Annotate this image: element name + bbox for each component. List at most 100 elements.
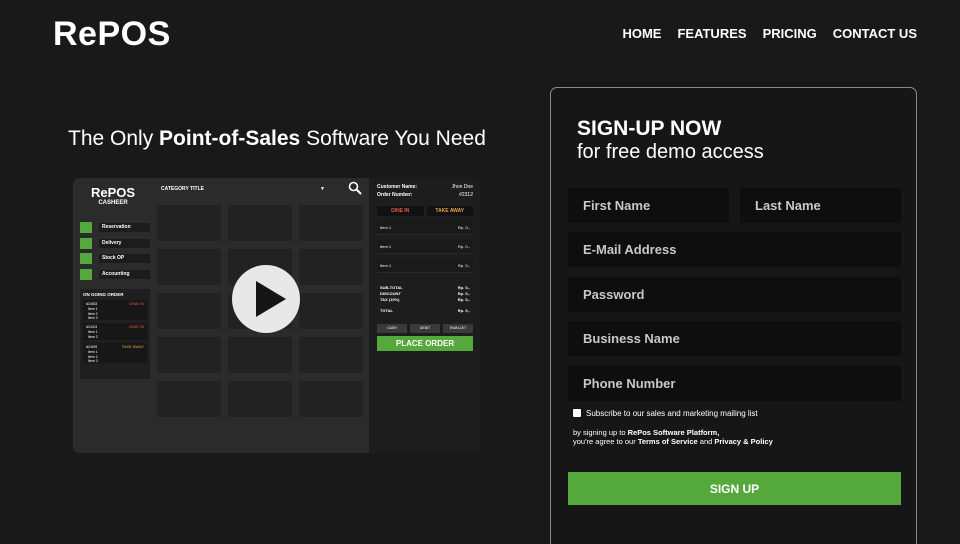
top-nav: HOME FEATURES PRICING CONTACT US: [622, 26, 917, 41]
mockup-menu-label: Accounting: [99, 269, 150, 279]
order-type: DINE IN: [129, 324, 144, 329]
product-tile: [228, 205, 292, 241]
privacy-policy-link[interactable]: Privacy & Policy: [714, 437, 772, 446]
nav-home[interactable]: HOME: [622, 26, 661, 41]
customer-label: Customer Name:: [377, 184, 418, 190]
signup-form: SIGN-UP NOW for free demo access Subscri…: [550, 87, 917, 544]
product-tile: [299, 337, 363, 373]
sign-up-button[interactable]: SIGN UP: [568, 472, 901, 505]
order-line: Item 1 Rp. 0,-: [377, 221, 473, 235]
total-value: Rp. 0,-: [457, 308, 470, 313]
order-number-label: Order Number:: [377, 192, 413, 198]
phone-number-input[interactable]: [568, 366, 901, 401]
summary-value: Rp. 0,-: [457, 297, 470, 302]
order-item: Item 3: [88, 359, 98, 363]
order-line-price: Rp. 0,-: [457, 263, 470, 268]
mockup-menu-item: Accounting: [80, 268, 150, 280]
product-tile: [157, 381, 221, 417]
terms-and: and: [697, 436, 715, 446]
order-line-price: Rp. 0,-: [457, 225, 470, 230]
nav-features[interactable]: FEATURES: [677, 26, 746, 41]
summary-value: Rp. 0,-: [457, 285, 470, 290]
order-summary: SUB-TOTAL Rp. 0,- DISCOUNT Rp. 0,- TAX (10…: [377, 285, 473, 313]
product-tile: [157, 249, 221, 285]
summary-label: DISCOUNT: [380, 291, 401, 296]
menu-square-icon: [80, 222, 92, 233]
mockup-sidebar: RePOS CASHEER Reservation Delivery Stock…: [73, 178, 153, 453]
product-tile: [299, 205, 363, 241]
order-line-name: Item 1: [380, 225, 392, 230]
order-type: DINE IN: [129, 301, 144, 306]
terms-text-2: you're agree to our: [573, 436, 638, 446]
order-id: #2424: [86, 324, 98, 329]
order-id: #2409: [86, 344, 98, 349]
mockup-menu-label: Stock OP: [99, 254, 150, 263]
summary-label: TAX (10%): [380, 297, 400, 302]
nav-contact-us[interactable]: CONTACT US: [833, 26, 917, 41]
mockup-menu: Reservation Delivery Stock OP Accounting: [80, 222, 150, 284]
total-label: TOTAL: [380, 308, 393, 313]
pay-cash: CASH: [377, 324, 407, 333]
summary-label: SUB-TOTAL: [380, 285, 403, 290]
terms-of-service-link[interactable]: Terms of Service: [638, 437, 698, 446]
product-tile: [157, 293, 221, 329]
order-id: #2453: [86, 301, 98, 306]
mockup-category-select: CATEGORY TITLE ▼: [157, 183, 343, 196]
product-tile: [228, 337, 292, 373]
order-item: Item 3: [88, 316, 98, 320]
mailing-list-label[interactable]: Subscribe to our sales and marketing mai…: [586, 409, 758, 418]
product-tile: [299, 293, 363, 329]
product-tile: [299, 249, 363, 285]
form-title: SIGN-UP NOW: [577, 117, 722, 140]
terms-text: by signing up to RePos Software Platform…: [573, 428, 773, 446]
ongoing-order: #2453 DINE IN Item 1 Item 2 Item 3: [83, 300, 147, 320]
order-line-price: Rp. 0,-: [457, 244, 470, 249]
password-input[interactable]: [568, 277, 901, 312]
mockup-menu-item: Stock OP: [80, 253, 150, 264]
brand-logo[interactable]: RePOS: [53, 15, 171, 54]
mockup-menu-item: Delivery: [80, 237, 150, 249]
mockup-menu-label: Delivery: [99, 238, 150, 248]
last-name-input[interactable]: [740, 188, 901, 223]
dropdown-arrow-icon: ▼: [320, 186, 325, 192]
play-icon[interactable]: [232, 265, 300, 333]
mockup-brand-sub: CASHEER: [98, 200, 128, 206]
pay-ewallet: EWALLET: [443, 324, 473, 333]
mockup-place-order: PLACE ORDER: [377, 336, 473, 351]
hero-title-post: Software You Need: [300, 127, 486, 150]
order-type: TAKE AWAY: [121, 344, 144, 349]
pay-debit: DEBIT: [410, 324, 440, 333]
order-line-name: Item 1: [380, 244, 392, 249]
ongoing-order: #2409 TAKE AWAY Item 1 Item 2 Item 3: [83, 343, 147, 363]
summary-value: Rp. 0,-: [457, 291, 470, 296]
mockup-brand: RePOS CASHEER: [73, 185, 153, 206]
hero-title-pre: The Only: [68, 127, 160, 150]
form-subtitle: for free demo access: [577, 141, 764, 163]
mockup-brand-title: RePOS: [90, 185, 136, 200]
customer-value: Jhon Doe: [451, 184, 473, 190]
order-item: Item 2: [88, 334, 98, 339]
payment-methods: CASH DEBIT EWALLET: [377, 324, 473, 333]
product-tile: [299, 381, 363, 417]
mailing-list-checkbox[interactable]: [573, 409, 581, 417]
order-number-value: #2312: [459, 192, 473, 198]
mockup-order-panel: Customer Name: Jhon Doe Order Number: #231…: [369, 178, 481, 453]
category-title: CATEGORY TITLE: [161, 186, 204, 192]
first-name-input[interactable]: [568, 188, 729, 223]
ongoing-order: #2424 DINE IN Item 1 Item 2: [83, 323, 147, 340]
ongoing-orders-title: ON GOING ORDER: [83, 292, 124, 297]
business-name-input[interactable]: [568, 321, 901, 356]
menu-square-icon: [80, 268, 92, 280]
mockup-ongoing-orders: ON GOING ORDER #2453 DINE IN Item 1 Item 2…: [80, 289, 150, 379]
email-input[interactable]: [568, 232, 901, 267]
mockup-menu-item: Reservation: [80, 222, 150, 233]
search-icon: [348, 181, 362, 195]
mockup-menu-label: Reservation: [99, 223, 150, 232]
nav-pricing[interactable]: PRICING: [763, 26, 817, 41]
hero-title: The Only Point-of-Sales Software You Nee…: [68, 127, 486, 151]
menu-square-icon: [80, 253, 92, 264]
product-tile: [228, 381, 292, 417]
tab-dine-in: DINE IN: [377, 206, 424, 216]
mockup-order-tabs: DINE IN TAKE AWAY: [377, 206, 473, 216]
order-line-name: Item 1: [380, 263, 392, 268]
